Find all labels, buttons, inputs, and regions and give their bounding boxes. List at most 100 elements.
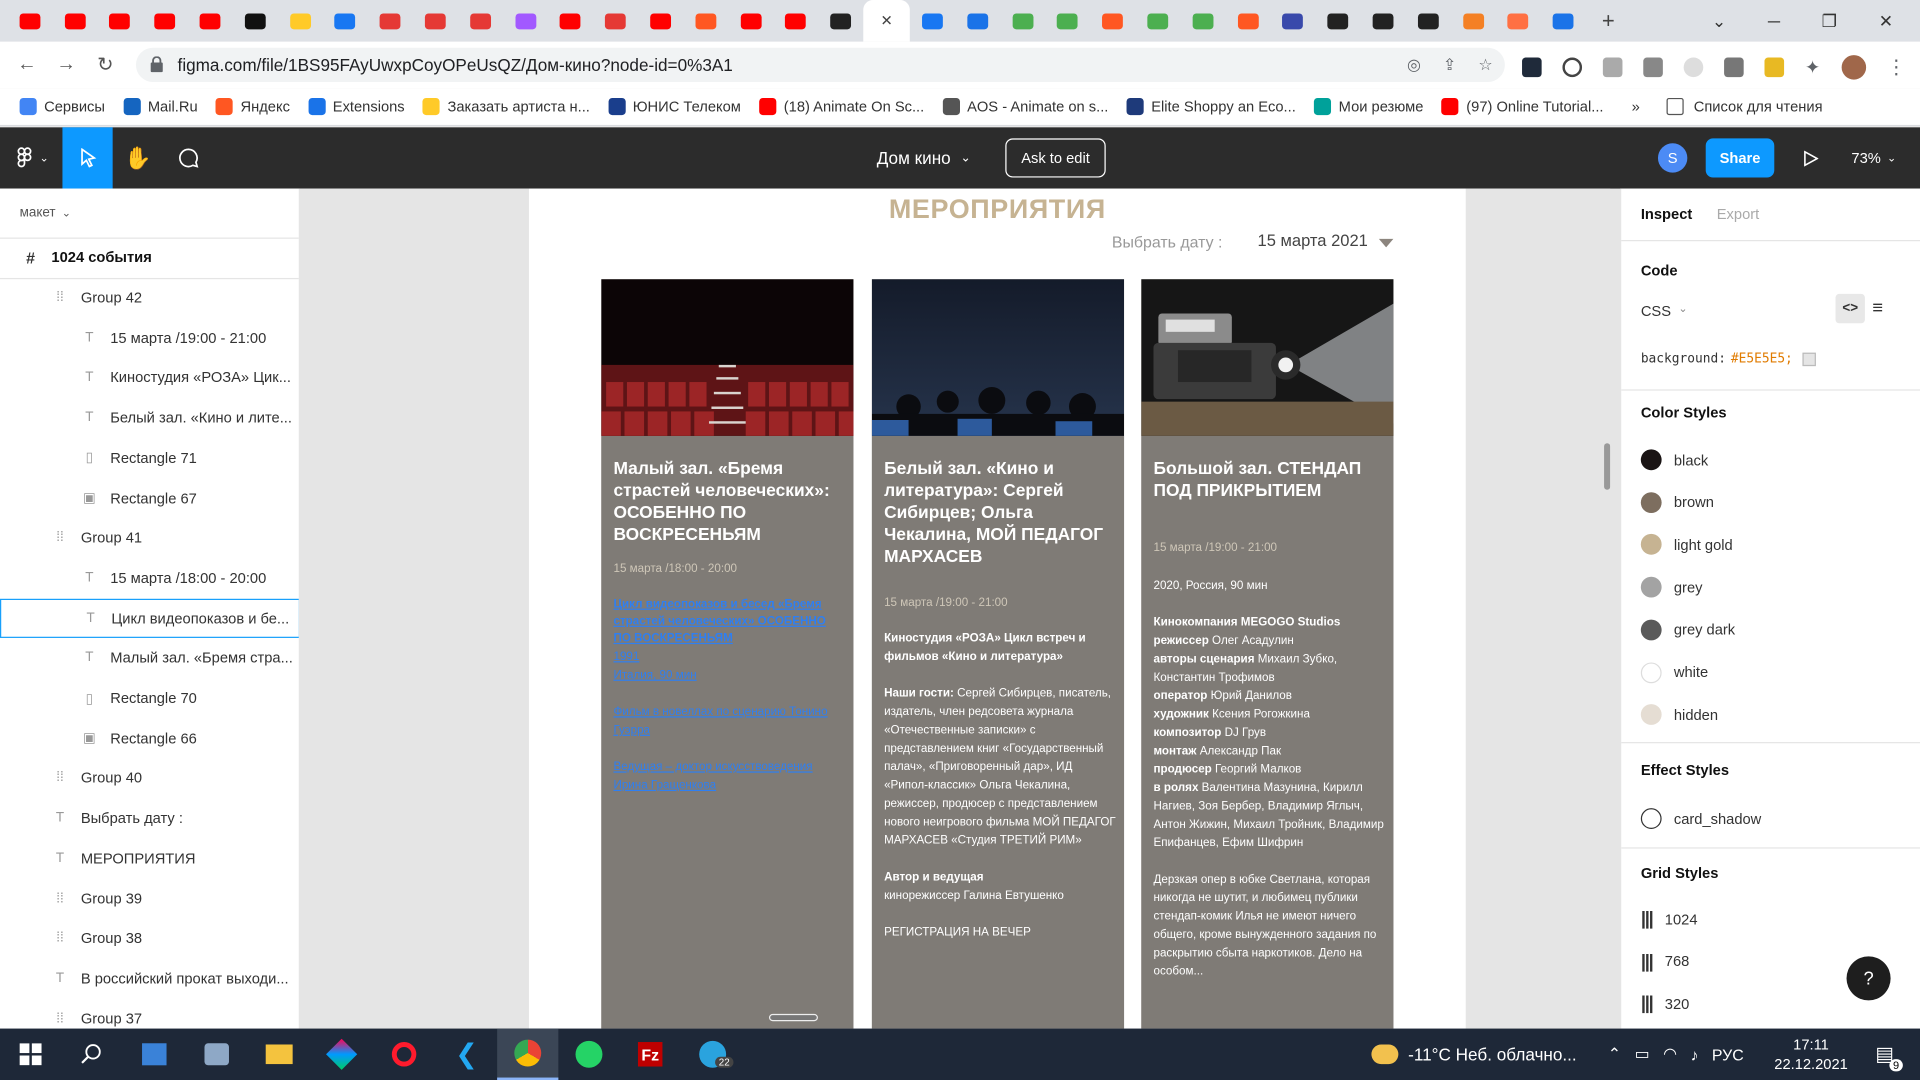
browser-tab[interactable] [1225,0,1270,42]
bookmark-item[interactable]: Extensions [308,97,405,116]
bookmark-item[interactable]: Заказать артиста н... [423,97,590,116]
extension-icon[interactable] [1764,57,1785,78]
close-window-icon[interactable]: ✕ [1879,10,1893,31]
color-style-item[interactable]: grey [1640,576,1702,598]
list-view-icon[interactable]: ≡ [1872,298,1883,319]
app-icon[interactable] [311,1029,372,1080]
present-button[interactable] [1799,127,1823,188]
bookmark-item[interactable]: Elite Shoppy an Eco... [1126,97,1296,116]
start-button[interactable] [0,1029,61,1080]
code-language-dropdown[interactable]: CSS ⌄ [1641,302,1688,319]
browser-tab[interactable] [1000,0,1045,42]
effect-style-item[interactable]: card_shadow [1640,808,1761,829]
canvas-scrollbar[interactable] [1604,443,1611,490]
browser-tab[interactable] [1315,0,1360,42]
frame-resize-handle[interactable] [768,1013,818,1022]
browser-tab[interactable] [1451,0,1496,42]
bookmark-item[interactable]: Мои резюме [1314,97,1423,116]
design-frame[interactable]: МЕРОПРИЯТИЯ Выбрать дату : 15 марта 2021… [528,188,1466,1029]
date-value[interactable]: 15 марта 2021 [1258,231,1368,249]
bookmark-item[interactable]: Mail.Ru [123,97,198,116]
tab-inspect[interactable]: Inspect [1641,206,1692,223]
bookmark-item[interactable]: Сервисы [19,97,105,116]
layer-row[interactable]: ⁞⁞ Group 39 [0,879,299,918]
layer-row[interactable]: T Киностудия «РОЗА» Цик... [0,358,299,397]
layer-row[interactable]: T МЕРОПРИЯТИЯ [0,839,299,878]
help-button[interactable]: ? [1846,956,1891,1001]
layer-row[interactable]: ⁞⁞ Group 38 [0,919,299,958]
layer-row[interactable]: ▯ Rectangle 71 [0,438,299,477]
layer-row[interactable]: ⁞⁞ Group 40 [0,758,299,797]
network-icon[interactable]: ▭ [1635,1044,1650,1064]
browser-tab[interactable] [1406,0,1451,42]
browser-tab[interactable] [1045,0,1090,42]
layer-row[interactable]: ⁞⁞ Group 42 [0,278,299,317]
explorer-app[interactable] [249,1029,310,1080]
layer-row[interactable]: ▣ Rectangle 67 [0,478,299,517]
event-host[interactable]: Ведущая – доктор искусствоведения Ирина … [613,758,846,795]
chrome-app[interactable] [497,1028,559,1080]
event-country[interactable]: Италия, 90 мин [613,666,846,684]
ask-to-edit-button[interactable]: Ask to edit [1005,138,1106,178]
layer-row[interactable]: ⁞⁞ Group 37 [0,999,299,1029]
share-button[interactable]: Share [1705,138,1775,178]
layer-row[interactable]: T Белый зал. «Кино и лите... [0,398,299,437]
reload-icon[interactable]: ↻ [86,53,125,77]
lock-icon[interactable] [150,56,163,73]
layer-row[interactable]: ⁞⁞ Group 41 [0,518,299,557]
browser-tab[interactable] [458,0,503,42]
filezilla-app[interactable]: Fz [620,1029,681,1080]
browser-tab[interactable] [368,0,413,42]
minimize-icon[interactable]: ─ [1768,11,1780,31]
back-icon[interactable]: ← [7,54,46,76]
bookmarks-overflow[interactable]: » [1632,98,1640,115]
browser-tab[interactable] [955,0,1000,42]
event-card[interactable]: Большой зал. СТЕНДАП ПОД ПРИКРЫТИЕМ 15 м… [1141,279,1394,1029]
frame-layer[interactable]: # 1024 события [0,238,299,277]
puzzle-icon[interactable]: ✦ [1805,56,1820,79]
bookmark-item[interactable]: (97) Online Tutorial... [1441,97,1604,116]
layer-row[interactable]: T 15 марта /18:00 - 20:00 [0,558,299,597]
comment-tool-button[interactable] [163,127,213,188]
whatsapp-app[interactable] [558,1029,619,1080]
restore-icon[interactable]: ❐ [1822,10,1837,31]
browser-tab[interactable] [323,0,368,42]
move-tool-button[interactable] [62,127,113,189]
browser-tab[interactable] [818,0,863,42]
layer-row[interactable]: T Малый зал. «Бремя стра... [0,638,299,677]
event-description[interactable]: Цикл видеопоказов и бесед «Бремя страсте… [613,596,846,647]
extension-icon[interactable] [1522,57,1542,78]
tab-search-icon[interactable]: ⌄ [1712,10,1726,31]
layer-row[interactable]: ▣ Rectangle 66 [0,718,299,757]
file-name-dropdown[interactable]: Дом кино ⌄ [877,127,971,188]
color-style-item[interactable]: black [1640,449,1708,471]
event-card[interactable]: Малый зал. «Бремя страстей человеческих»… [601,279,854,1029]
opera-app[interactable] [373,1029,434,1080]
caret-down-icon[interactable] [1378,238,1394,248]
wifi-icon[interactable]: ◠ [1663,1044,1677,1064]
browser-tab[interactable] [593,0,638,42]
event-card[interactable]: Белый зал. «Кино и литература»: Сергей С… [871,279,1125,1029]
telegram-app[interactable]: 22 [682,1029,743,1080]
weather-widget[interactable]: -11°C Неб. облачно... [1371,1029,1577,1080]
forward-icon[interactable]: → [47,54,86,76]
extension-icon[interactable] [1683,57,1704,78]
menu-kebab-icon[interactable]: ⋮ [1886,55,1906,79]
omnibox[interactable]: figma.com/file/1BS95FAyUwxpCoyOPeUsQZ/До… [135,47,1505,83]
browser-tab[interactable] [7,0,52,42]
browser-tab[interactable] [548,0,593,42]
volume-icon[interactable]: ♪ [1690,1045,1698,1063]
grid-style-item[interactable]: ||| 1024 [1641,909,1698,930]
color-style-item[interactable]: hidden [1640,704,1718,726]
layer-row[interactable]: T В российский прокат выходи... [0,959,299,998]
browser-tab[interactable] [728,0,773,42]
color-style-item[interactable]: white [1640,661,1708,683]
browser-tab[interactable] [1135,0,1180,42]
vscode-app[interactable]: ❮ [436,1029,497,1080]
bookmark-item[interactable]: ЮНИС Телеком [608,97,741,116]
browser-tab[interactable] [1090,0,1135,42]
figma-menu-button[interactable]: ⌄ [0,127,61,188]
extension-icon[interactable] [1643,57,1663,78]
new-tab-button[interactable]: + [1586,0,1631,42]
grid-style-item[interactable]: ||| 768 [1641,951,1690,972]
